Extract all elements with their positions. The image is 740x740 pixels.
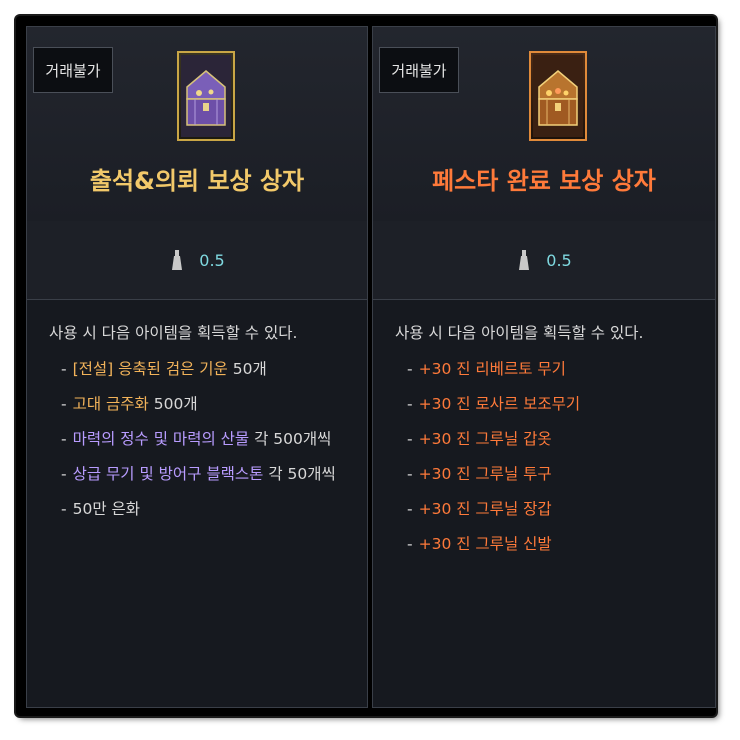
item-tooltip-attendance-box: 거래불가 출석&의뢰 보상 상자 0.5 사용 시 다음 아이템을 획득할 수 … <box>26 26 368 708</box>
tooltip-header: 거래불가 페스타 완료 보상 상자 <box>373 27 715 222</box>
reward-item: - +30 진 그루닐 신발 <box>395 534 709 569</box>
reward-item-text: 상급 무기 및 방어구 블랙스톤 <box>72 465 264 483</box>
untradeable-badge: 거래불가 <box>33 47 113 93</box>
item-tooltip-festa-box: 거래불가 페스타 완료 보상 상자 0.5 사용 시 다음 아이템을 획득할 수… <box>372 26 716 708</box>
item-title: 출석&의뢰 보상 상자 <box>89 167 305 195</box>
reward-item: - +30 진 그루닐 장갑 <box>395 499 709 534</box>
reward-item-text: 각 50개씩 <box>263 465 336 483</box>
item-description: 사용 시 다음 아이템을 획득할 수 있다. - +30 진 리베르토 무기 - +3… <box>395 323 709 569</box>
treasure-chest-purple-icon <box>177 51 235 141</box>
reward-list: - +30 진 리베르토 무기 - +30 진 로사르 보조무기 - +30 진 그루닐 … <box>395 359 709 569</box>
item-title: 페스타 완료 보상 상자 <box>432 167 656 195</box>
reward-item-text: 고대 금주화 <box>72 395 149 413</box>
reward-item-text: 50개 <box>227 360 267 378</box>
bullet-dash: - <box>407 500 413 518</box>
reward-item-text: 50만 은화 <box>72 500 141 518</box>
bullet-dash: - <box>61 360 67 378</box>
reward-item: - +30 진 그루닐 투구 <box>395 464 709 499</box>
bullet-dash: - <box>61 395 67 413</box>
reward-item: - +30 진 로사르 보조무기 <box>395 394 709 429</box>
reward-item-text: 각 500개씩 <box>249 430 332 448</box>
reward-item-text: +30 진 그루닐 투구 <box>418 465 552 483</box>
reward-item-text: 마력의 정수 및 마력의 산물 <box>72 430 250 448</box>
description-intro: 사용 시 다음 아이템을 획득할 수 있다. <box>395 324 644 342</box>
bullet-dash: - <box>61 500 67 518</box>
bullet-dash: - <box>407 535 413 553</box>
bullet-dash: - <box>407 430 413 448</box>
reward-item-text: +30 진 그루닐 갑옷 <box>418 430 552 448</box>
reward-item-text: +30 진 리베르토 무기 <box>418 360 566 378</box>
reward-item: - +30 진 그루닐 갑옷 <box>395 429 709 464</box>
weight-icon <box>172 250 183 270</box>
weight-row: 0.5 <box>373 221 715 300</box>
reward-list: - [전설] 응축된 검은 기운 50개 - 고대 금주화 500개 - 마력의 정수 및… <box>49 359 361 534</box>
weight-row: 0.5 <box>27 221 367 300</box>
description-intro: 사용 시 다음 아이템을 획득할 수 있다. <box>49 324 298 342</box>
reward-item-text: +30 진 그루닐 장갑 <box>418 500 552 518</box>
reward-item-text: 500개 <box>148 395 198 413</box>
bullet-dash: - <box>407 395 413 413</box>
reward-item: - +30 진 리베르토 무기 <box>395 359 709 394</box>
reward-item: -50만 은화 <box>49 499 361 534</box>
reward-item: - 마력의 정수 및 마력의 산물 각 500개씩 <box>49 429 361 464</box>
reward-item: - 고대 금주화 500개 <box>49 394 361 429</box>
reward-item: - [전설] 응축된 검은 기운 50개 <box>49 359 361 394</box>
tooltip-header: 거래불가 출석&의뢰 보상 상자 <box>27 27 367 222</box>
weight-value: 0.5 <box>199 250 225 270</box>
bullet-dash: - <box>407 360 413 378</box>
reward-item-text: [전설] 응축된 검은 기운 <box>72 360 228 378</box>
weight-value: 0.5 <box>546 250 572 270</box>
bullet-dash: - <box>61 430 67 448</box>
treasure-chest-gold-icon <box>529 51 587 141</box>
item-description: 사용 시 다음 아이템을 획득할 수 있다. - [전설] 응축된 검은 기운 5… <box>49 323 361 534</box>
reward-item-text: +30 진 그루닐 신발 <box>418 535 552 553</box>
reward-item: - 상급 무기 및 방어구 블랙스톤 각 50개씩 <box>49 464 361 499</box>
reward-item-text: +30 진 로사르 보조무기 <box>418 395 581 413</box>
tooltip-frame: 거래불가 출석&의뢰 보상 상자 0.5 사용 시 다음 아이템을 획득할 수 … <box>16 16 716 716</box>
weight-icon <box>519 250 530 270</box>
bullet-dash: - <box>61 465 67 483</box>
bullet-dash: - <box>407 465 413 483</box>
untradeable-badge: 거래불가 <box>379 47 459 93</box>
